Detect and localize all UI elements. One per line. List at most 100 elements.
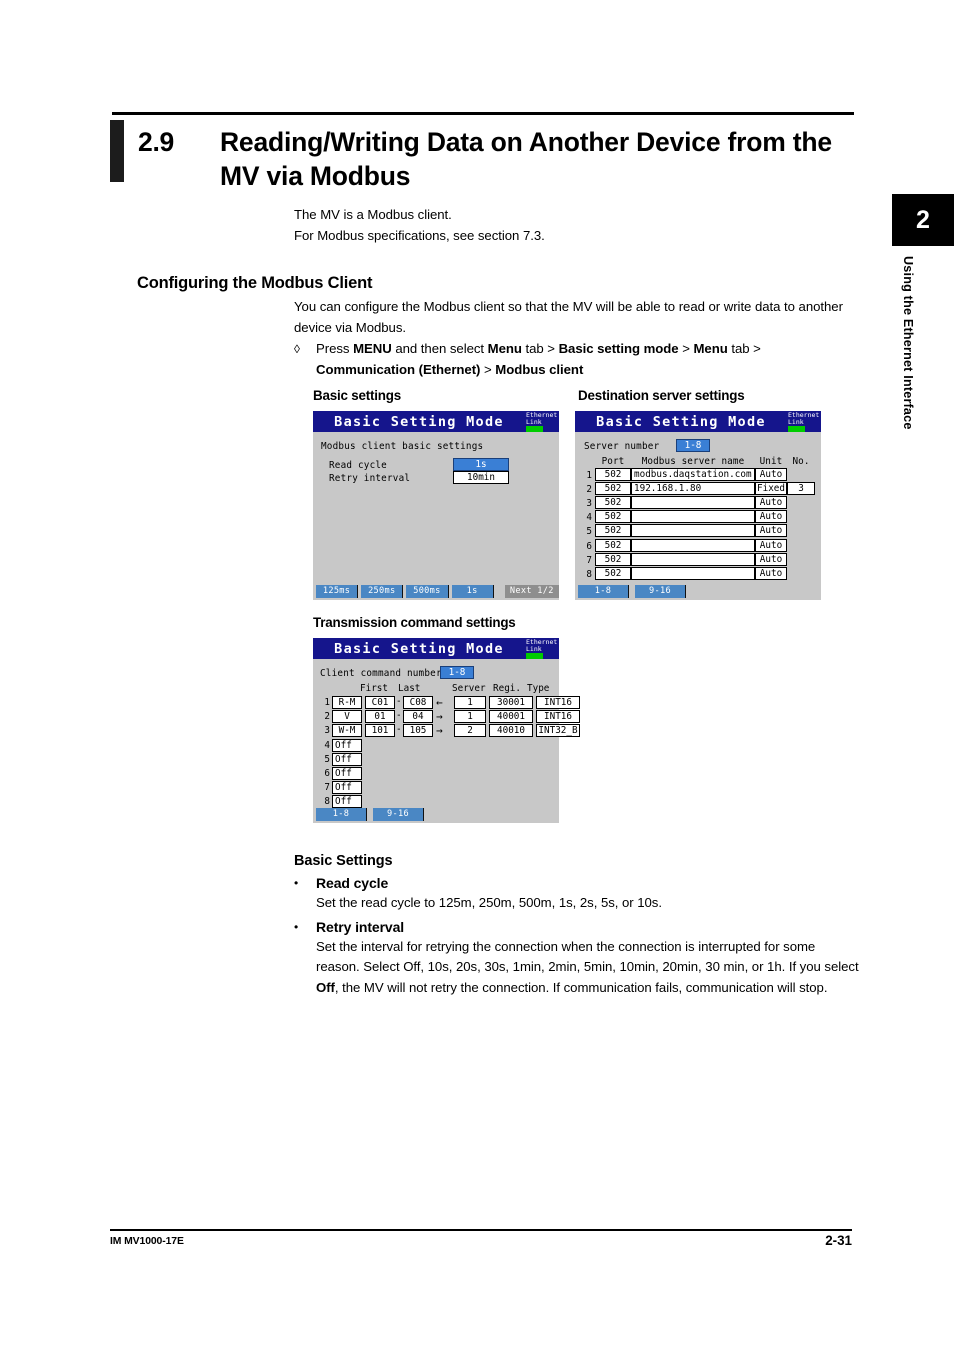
row-index: 7 — [324, 782, 330, 794]
row-index: 3 — [586, 497, 592, 509]
range-dash: - — [396, 696, 402, 707]
client-command-number-field[interactable]: 1-8 — [440, 666, 474, 679]
row-index: 1 — [324, 697, 330, 708]
press-mid-3: > — [678, 341, 694, 356]
unit-field[interactable]: Fixed — [755, 481, 787, 495]
unit-field[interactable]: Auto — [755, 538, 787, 552]
server-name-field[interactable] — [631, 495, 755, 509]
server-number-field[interactable]: 1-8 — [676, 439, 710, 452]
unit-field[interactable]: Auto — [755, 495, 787, 509]
client-command-number-label: Client command number — [320, 668, 442, 679]
section-header: 2.9 Reading/Writing Data on Another Devi… — [110, 112, 854, 193]
bullet-icon: • — [294, 919, 299, 934]
server-name-field[interactable] — [631, 566, 755, 580]
caption-destination-server: Destination server settings — [578, 388, 745, 403]
softkey-bar: 1-8 9-16 — [313, 808, 559, 821]
no-field[interactable]: 3 — [787, 481, 815, 495]
softkey-125ms[interactable]: 125ms — [316, 585, 359, 598]
retry-interval-field[interactable]: 10min — [453, 471, 509, 484]
server-name-field[interactable] — [631, 524, 755, 538]
tab-9-16[interactable]: 9-16 — [373, 808, 424, 821]
first-field[interactable]: 01 — [365, 710, 395, 724]
type-field[interactable]: INT16 — [536, 696, 580, 709]
mode-field[interactable]: Off — [332, 738, 362, 752]
screenshot-destination-server: Basic Setting Mode Ethernet Link Server … — [575, 411, 821, 600]
last-field[interactable]: C08 — [403, 696, 433, 709]
retry-interval-label: Retry interval — [316, 918, 405, 935]
port-field[interactable]: 502 — [595, 481, 631, 495]
row-index: 7 — [586, 554, 592, 566]
server-name-field[interactable] — [631, 538, 755, 552]
server-field[interactable]: 2 — [454, 724, 486, 738]
column-header-no: No. — [792, 456, 810, 467]
read-cycle-field[interactable]: 1s — [453, 458, 509, 471]
first-field[interactable]: 101 — [365, 724, 395, 738]
ethernet-label-2: Link — [788, 417, 804, 426]
unit-field[interactable]: Auto — [755, 524, 787, 538]
port-field[interactable]: 502 — [595, 538, 631, 552]
press-mid-5: > — [480, 361, 496, 377]
table-row: 3 W-M 101 - 105 → 2 40010 INT32_B — [319, 724, 580, 738]
tab-1-8[interactable]: 1-8 — [578, 585, 629, 598]
row-index: 4 — [324, 739, 330, 751]
navigation-path-row: ◊ Press MENU and then select Menu tab > … — [294, 339, 859, 380]
softkey-next[interactable]: Next 1/2 — [504, 585, 559, 598]
server-field[interactable]: 1 — [454, 710, 486, 724]
register-field[interactable]: 30001 — [489, 696, 533, 709]
last-field[interactable]: 04 — [403, 710, 433, 724]
cell-port: 502 — [595, 565, 631, 584]
unit-field[interactable]: Auto — [755, 510, 787, 524]
unit-field[interactable]: Auto — [755, 552, 787, 566]
register-field[interactable]: 40001 — [489, 710, 533, 724]
server-name-field[interactable] — [631, 510, 755, 524]
lcd-title-text: Basic Setting Mode — [334, 640, 504, 657]
port-field[interactable]: 502 — [595, 524, 631, 538]
mode-field[interactable]: R-M — [332, 696, 362, 709]
tab-1-8[interactable]: 1-8 — [316, 808, 367, 821]
section-accent-bar — [110, 120, 124, 182]
softkey-500ms[interactable]: 500ms — [406, 585, 449, 598]
last-field[interactable]: 105 — [403, 724, 433, 738]
port-field[interactable]: 502 — [595, 566, 631, 580]
basic-settings-header: Modbus client basic settings — [321, 441, 484, 452]
table-row: 2 V 01 - 04 → 1 40001 INT16 — [319, 710, 580, 724]
column-header-regi: Regi. — [493, 683, 521, 694]
lcd-title-text: Basic Setting Mode — [596, 413, 766, 430]
mode-field[interactable]: Off — [332, 795, 362, 809]
port-field[interactable]: 502 — [595, 467, 631, 481]
ethernet-label-2: Link — [526, 644, 542, 653]
port-field[interactable]: 502 — [595, 495, 631, 509]
footer-rule — [110, 1229, 852, 1231]
server-name-field[interactable] — [631, 552, 755, 566]
port-field[interactable]: 502 — [595, 552, 631, 566]
unit-field[interactable]: Auto — [755, 467, 787, 481]
mode-field[interactable]: Off — [332, 766, 362, 780]
server-field[interactable]: 1 — [454, 696, 486, 709]
table-header-row: First Last Server Regi. Type — [319, 683, 557, 696]
tab-9-16[interactable]: 9-16 — [635, 585, 686, 598]
softkey-250ms[interactable]: 250ms — [361, 585, 404, 598]
server-name-field[interactable]: 192.168.1.80 — [631, 481, 755, 495]
caption-transmission-command: Transmission command settings — [313, 615, 516, 630]
unit-field[interactable]: Auto — [755, 566, 787, 580]
type-field[interactable]: INT16 — [536, 710, 580, 724]
range-dash: - — [396, 710, 402, 722]
first-field[interactable]: C01 — [365, 696, 395, 709]
softkey-1s[interactable]: 1s — [451, 585, 494, 598]
mode-field[interactable]: V — [332, 710, 362, 724]
mode-field[interactable]: Off — [332, 781, 362, 795]
mode-field[interactable]: Off — [332, 752, 362, 766]
row-index: 2 — [586, 483, 592, 495]
server-name-field[interactable]: modbus.daqstation.com — [631, 467, 755, 481]
register-field[interactable]: 40010 — [489, 724, 533, 738]
lcd-title-bar: Basic Setting Mode Ethernet Link — [313, 411, 559, 432]
row-index: 3 — [324, 725, 330, 737]
lcd-title-bar: Basic Setting Mode Ethernet Link — [313, 638, 559, 659]
port-field[interactable]: 502 — [595, 510, 631, 524]
communication-ethernet: Communication (Ethernet) — [316, 361, 481, 377]
mode-field[interactable]: W-M — [332, 724, 362, 738]
range-dash: - — [396, 724, 402, 736]
type-field[interactable]: INT32_B — [536, 724, 580, 738]
bullet-icon: • — [294, 876, 299, 890]
intro-line-2: For Modbus specifications, see section 7… — [294, 227, 545, 243]
